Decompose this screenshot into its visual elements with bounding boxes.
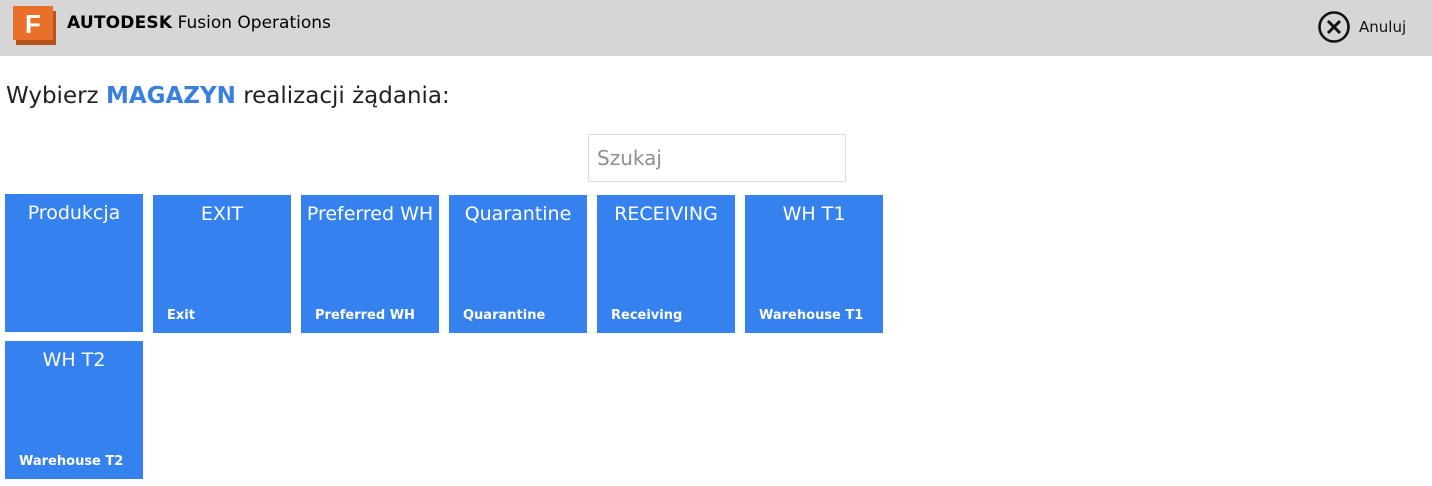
brand-name: AUTODESK xyxy=(67,13,173,33)
warehouse-tile[interactable]: EXIT Exit xyxy=(153,195,291,333)
fusion-operations-logo: F xyxy=(13,6,57,46)
tile-subtitle: Warehouse T1 xyxy=(759,308,864,323)
app-title: AUTODESK Fusion Operations xyxy=(67,13,331,33)
warehouse-tile[interactable]: Preferred WH Preferred WH xyxy=(301,195,439,333)
tile-title: EXIT xyxy=(200,203,244,225)
tile-title: Produkcja xyxy=(27,202,121,224)
warehouse-tile[interactable]: RECEIVING Receiving xyxy=(597,195,735,333)
close-circle-icon xyxy=(1318,11,1350,43)
warehouse-tile[interactable]: Quarantine Quarantine xyxy=(449,195,587,333)
prompt-suffix: realizacji żądania: xyxy=(243,83,450,109)
warehouse-tile[interactable]: WH T2 Warehouse T2 xyxy=(5,341,143,479)
tile-title: WH T1 xyxy=(782,203,846,225)
page-prompt: Wybierz MAGAZYN realizacji żądania: xyxy=(6,83,450,109)
svg-text:F: F xyxy=(25,9,41,39)
warehouse-tile[interactable]: WH T1 Warehouse T1 xyxy=(745,195,883,333)
cancel-button[interactable]: Anuluj xyxy=(1317,8,1406,46)
prompt-highlight: MAGAZYN xyxy=(105,83,236,109)
tile-title: Preferred WH xyxy=(306,203,434,225)
tile-title: Quarantine xyxy=(464,203,572,225)
prompt-prefix: Wybierz xyxy=(6,83,99,109)
tile-subtitle: Receiving xyxy=(611,308,683,323)
tile-title: RECEIVING xyxy=(614,203,718,225)
top-bar: F AUTODESK Fusion Operations Anuluj xyxy=(0,0,1432,56)
tile-subtitle: Warehouse T2 xyxy=(19,454,124,469)
search-input[interactable] xyxy=(588,134,846,182)
tile-subtitle: Exit xyxy=(167,308,195,323)
warehouse-tile[interactable]: Produkcja xyxy=(5,194,143,332)
cancel-label: Anuluj xyxy=(1359,18,1407,36)
tile-subtitle: Preferred WH xyxy=(315,308,415,323)
tile-subtitle: Quarantine xyxy=(463,308,546,323)
tile-title: WH T2 xyxy=(42,349,106,371)
product-name: Fusion Operations xyxy=(177,13,331,33)
